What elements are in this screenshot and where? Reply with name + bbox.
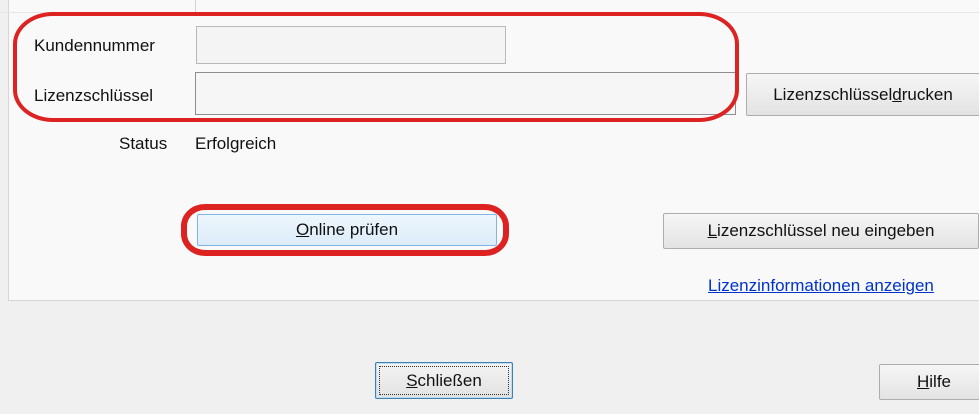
license-dialog: Kundennummer Lizenzschlüssel Lizenzschlü… (0, 0, 979, 414)
button-accelerator: H (916, 372, 930, 391)
print-license-key-button[interactable]: Lizenzschlüssel d rucken (746, 73, 979, 116)
license-key-input[interactable] (196, 73, 735, 114)
status-value: Erfolgreich (195, 134, 277, 153)
button-label: ilfe (929, 372, 951, 391)
top-divider-line (0, 12, 979, 13)
license-key-field[interactable] (195, 72, 736, 115)
button-accelerator: O (295, 220, 310, 239)
online-check-button[interactable]: Online prüfen (197, 214, 497, 246)
button-label: izenzschlüssel neu eingeben (717, 221, 935, 240)
customer-number-label: Kundennummer (34, 36, 155, 55)
close-button[interactable]: Schließen (375, 362, 513, 399)
license-key-label: Lizenzschlüssel (34, 86, 154, 105)
customer-number-field[interactable] (196, 26, 506, 64)
column-divider (195, 0, 196, 12)
status-label: Status (119, 134, 168, 153)
button-label: nline prüfen (309, 220, 399, 239)
customer-number-input[interactable] (197, 27, 505, 63)
button-label: rucken (901, 84, 953, 104)
button-accelerator: d (892, 84, 902, 104)
focus-rectangle (379, 366, 509, 395)
button-label: Lizenzschlüssel (773, 84, 893, 104)
button-accelerator: L (707, 221, 718, 240)
license-info-link[interactable]: Lizenzinformationen anzeigen (708, 276, 934, 296)
help-button[interactable]: Hilfe (879, 364, 979, 400)
reenter-license-key-button[interactable]: Lizenzschlüssel neu eingeben (663, 213, 979, 249)
